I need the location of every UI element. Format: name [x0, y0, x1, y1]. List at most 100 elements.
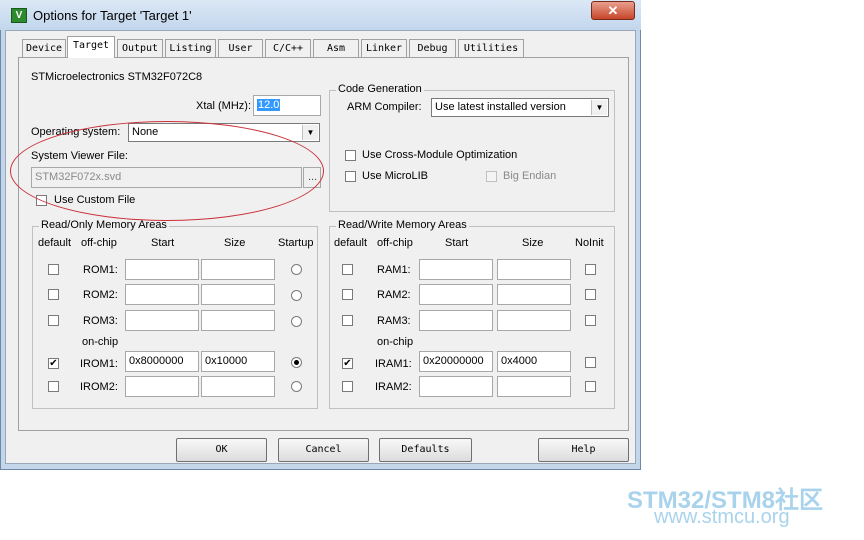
compiler-value: Use latest installed version	[435, 101, 566, 113]
ram-header-offchip: off-chip	[377, 237, 413, 249]
rom3-start-input[interactable]	[125, 310, 199, 331]
help-button[interactable]: Help	[538, 438, 629, 462]
xtal-value: 12.0	[257, 99, 281, 111]
xtal-label: Xtal (MHz):	[196, 100, 251, 112]
svf-input[interactable]: STM32F072x.svd	[31, 167, 302, 188]
irom1-size-input[interactable]: 0x10000	[201, 351, 275, 372]
title-bar[interactable]: V Options for Target 'Target 1' ✕	[0, 0, 641, 30]
ram3-default-checkbox[interactable]	[342, 315, 353, 326]
ram1-label: RAM1:	[377, 264, 411, 276]
rom-header-offchip: off-chip	[81, 237, 117, 249]
iram1-default-checkbox[interactable]: ✔	[342, 358, 353, 369]
ram3-noinit-checkbox[interactable]	[585, 315, 596, 326]
rom-header-start: Start	[151, 237, 175, 249]
irom1-default-checkbox[interactable]: ✔	[48, 358, 59, 369]
ram2-size-input[interactable]	[497, 284, 571, 305]
compiler-select[interactable]: Use latest installed version ▼	[431, 98, 609, 117]
compiler-label: ARM Compiler:	[347, 101, 422, 113]
tab-device[interactable]: Device	[22, 39, 66, 57]
ram-header-size: Size	[522, 237, 544, 249]
iram1-start-input[interactable]: 0x20000000	[419, 351, 493, 372]
tab-linker[interactable]: Linker	[361, 39, 407, 57]
irom1-start-input[interactable]: 0x8000000	[125, 351, 199, 372]
ram2-default-checkbox[interactable]	[342, 289, 353, 300]
ram2-noinit-checkbox[interactable]	[585, 289, 596, 300]
ok-button[interactable]: OK	[176, 438, 267, 462]
rom-header-default: default	[38, 237, 72, 249]
xtal-input[interactable]: 12.0	[253, 95, 321, 116]
tab-user[interactable]: User	[218, 39, 263, 57]
rom-header-size: Size	[224, 237, 246, 249]
svf-browse-button[interactable]: ...	[303, 167, 321, 188]
tab-asm[interactable]: Asm	[313, 39, 359, 57]
iram1-size-input[interactable]: 0x4000	[497, 351, 571, 372]
defaults-button[interactable]: Defaults	[379, 438, 472, 462]
cancel-button[interactable]: Cancel	[278, 438, 369, 462]
ram2-label: RAM2:	[377, 289, 411, 301]
iram2-start-input[interactable]	[419, 376, 493, 397]
tab-debug[interactable]: Debug	[409, 39, 456, 57]
rom-header-startup: Startup	[278, 237, 314, 249]
rom2-size-input[interactable]	[201, 284, 275, 305]
irom1-label: IROM1:	[80, 358, 118, 370]
watermark-url: www.stmcu.org	[654, 506, 790, 528]
rom2-startup-radio[interactable]	[291, 290, 302, 301]
ram-onchip-label: on-chip	[377, 336, 414, 348]
irom2-label: IROM2:	[80, 381, 118, 393]
chevron-down-icon[interactable]: ▼	[302, 125, 318, 140]
close-icon[interactable]: ✕	[591, 1, 635, 20]
window-title: Options for Target 'Target 1'	[33, 8, 192, 23]
irom2-default-checkbox[interactable]	[48, 381, 59, 392]
irom2-start-input[interactable]	[125, 376, 199, 397]
big-endian-checkbox[interactable]	[486, 171, 497, 182]
tab-cc[interactable]: C/C++	[265, 39, 311, 57]
os-label: Operating system:	[31, 126, 121, 138]
iram2-noinit-checkbox[interactable]	[585, 381, 596, 392]
rom1-default-checkbox[interactable]	[48, 264, 59, 275]
rom3-startup-radio[interactable]	[291, 316, 302, 327]
irom2-size-input[interactable]	[201, 376, 275, 397]
ram1-noinit-checkbox[interactable]	[585, 264, 596, 275]
cross-module-checkbox[interactable]	[345, 150, 356, 161]
iram2-label: IRAM2:	[375, 381, 412, 393]
irom2-startup-radio[interactable]	[291, 381, 302, 392]
custom-file-checkbox[interactable]	[36, 195, 47, 206]
ram1-start-input[interactable]	[419, 259, 493, 280]
ram-header-default: default	[334, 237, 368, 249]
irom1-startup-radio[interactable]	[291, 357, 302, 368]
os-select[interactable]: None ▼	[128, 123, 320, 142]
tab-target[interactable]: Target	[67, 36, 115, 58]
rom3-default-checkbox[interactable]	[48, 315, 59, 326]
ram2-start-input[interactable]	[419, 284, 493, 305]
ram3-size-input[interactable]	[497, 310, 571, 331]
ram-header-start: Start	[445, 237, 469, 249]
iram2-size-input[interactable]	[497, 376, 571, 397]
ram1-size-input[interactable]	[497, 259, 571, 280]
keil-app-icon: V	[11, 8, 27, 23]
tab-output[interactable]: Output	[117, 39, 163, 57]
svf-label: System Viewer File:	[31, 150, 128, 162]
ram-header-noinit: NoInit	[575, 237, 604, 249]
rom2-start-input[interactable]	[125, 284, 199, 305]
rom3-label: ROM3:	[83, 315, 118, 327]
tab-utilities[interactable]: Utilities	[458, 39, 524, 57]
os-value: None	[132, 126, 159, 138]
ram-title: Read/Write Memory Areas	[336, 219, 469, 231]
rom1-size-input[interactable]	[201, 259, 275, 280]
codegen-title: Code Generation	[336, 83, 424, 95]
rom3-size-input[interactable]	[201, 310, 275, 331]
chevron-down-icon[interactable]: ▼	[591, 100, 607, 115]
rom-onchip-label: on-chip	[82, 336, 119, 348]
iram1-noinit-checkbox[interactable]	[585, 357, 596, 368]
tab-listing[interactable]: Listing	[165, 39, 216, 57]
ram3-label: RAM3:	[377, 315, 411, 327]
rom1-startup-radio[interactable]	[291, 264, 302, 275]
iram2-default-checkbox[interactable]	[342, 381, 353, 392]
rom1-start-input[interactable]	[125, 259, 199, 280]
ram3-start-input[interactable]	[419, 310, 493, 331]
rom2-default-checkbox[interactable]	[48, 289, 59, 300]
rom2-label: ROM2:	[83, 289, 118, 301]
microlib-checkbox[interactable]	[345, 171, 356, 182]
rom-title: Read/Only Memory Areas	[39, 219, 169, 231]
ram1-default-checkbox[interactable]	[342, 264, 353, 275]
